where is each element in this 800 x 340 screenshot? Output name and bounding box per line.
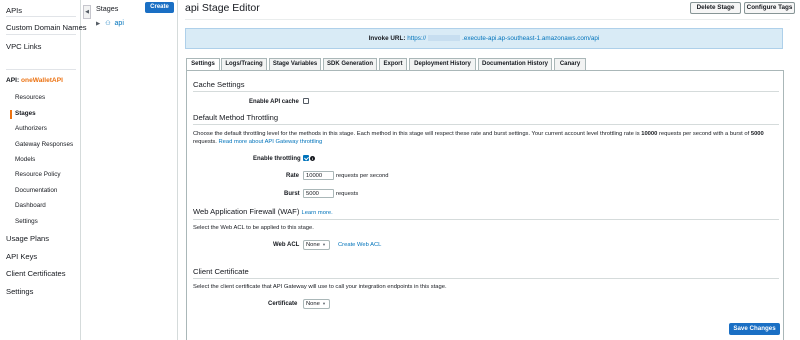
rate-label: Rate — [286, 173, 300, 179]
certificate-value: None — [306, 301, 320, 307]
throttling-desc-text: Choose the default throttling level for … — [193, 131, 640, 137]
nav-item-models[interactable]: Models — [15, 156, 35, 163]
stage-tree-item[interactable]: ▶ ⚇ api — [96, 20, 124, 27]
nav-custom-domain-names[interactable]: Custom Domain Names — [6, 23, 87, 32]
nav-item-stages[interactable]: Stages — [15, 110, 36, 117]
section-divider — [193, 124, 779, 125]
nav-item-gateway-responses[interactable]: Gateway Responses — [15, 141, 73, 148]
section-divider — [193, 278, 779, 279]
enable-cache-label: Enable API cache — [249, 99, 299, 105]
invoke-url-prefix: https:// — [407, 35, 427, 42]
throttling-desc-text: requests per second with a burst of — [658, 131, 750, 137]
stages-title: Stages — [96, 4, 119, 13]
nav-settings[interactable]: Settings — [6, 287, 33, 296]
nav-api-keys[interactable]: API Keys — [6, 252, 37, 261]
nav-item-authorizers[interactable]: Authorizers — [15, 125, 47, 132]
certificate-select[interactable]: None ▾ — [303, 299, 330, 309]
invoke-url-suffix: .execute-api.ap-southeast-1.amazonaws.co… — [462, 35, 600, 42]
page-title: api Stage Editor — [185, 2, 260, 14]
nav-api-name: oneWalletAPI — [21, 77, 63, 84]
active-item-marker — [10, 110, 12, 119]
tab-deployment-history[interactable]: Deployment History — [409, 58, 476, 70]
client-certificate-heading: Client Certificate — [193, 267, 249, 276]
info-icon[interactable]: i — [310, 156, 315, 161]
nav-divider — [6, 34, 76, 35]
nav-item-dashboard[interactable]: Dashboard — [15, 202, 46, 209]
nav-client-certificates[interactable]: Client Certificates — [6, 269, 66, 278]
nav-item-documentation[interactable]: Documentation — [15, 187, 57, 194]
tab-stage-variables[interactable]: Stage Variables — [269, 58, 321, 70]
redacted-id — [428, 35, 461, 42]
stage-node-icon: ⚇ — [105, 21, 111, 27]
section-divider — [193, 219, 779, 220]
throttling-description-line2: requests. Read more about API Gateway th… — [193, 139, 322, 145]
throttling-description: Choose the default throttling level for … — [193, 131, 764, 137]
stages-panel: Stages Create ▶ ⚇ api — [92, 0, 178, 340]
enable-throttling-checkbox[interactable] — [303, 155, 309, 161]
tab-documentation-history[interactable]: Documentation History — [478, 58, 552, 70]
account-burst-value: 5000 — [750, 131, 764, 137]
tab-sdk-generation[interactable]: SDK Generation — [323, 58, 377, 70]
waf-heading: Web Application Firewall (WAF) Learn mor… — [193, 207, 333, 216]
chevron-left-icon: ◀ — [85, 9, 89, 15]
throttling-heading: Default Method Throttling — [193, 113, 279, 122]
waf-description: Select the Web ACL to be applied to this… — [193, 225, 314, 231]
invoke-url-label: Invoke URL: — [368, 35, 406, 42]
collapse-nav-button[interactable]: ◀ — [83, 5, 91, 19]
invoke-url-link[interactable]: https:// .execute-api.ap-southeast-1.amaz… — [407, 35, 599, 42]
rate-input[interactable] — [303, 171, 334, 180]
nav-vpc-links[interactable]: VPC Links — [6, 42, 41, 51]
settings-panel — [186, 70, 784, 340]
create-stage-button[interactable]: Create — [145, 2, 174, 13]
nav-divider — [6, 69, 76, 70]
configure-tags-button[interactable]: Configure Tags — [744, 2, 795, 14]
invoke-url-banner: Invoke URL: https:// .execute-api.ap-sout… — [185, 28, 783, 49]
nav-item-resources[interactable]: Resources — [15, 94, 45, 101]
caret-right-icon[interactable]: ▶ — [96, 21, 100, 27]
enable-cache-checkbox[interactable] — [303, 98, 309, 104]
chevron-down-icon: ▾ — [322, 301, 326, 306]
burst-label: Burst — [284, 191, 300, 197]
chevron-down-icon: ▾ — [322, 242, 326, 247]
burst-suffix: requests — [336, 191, 359, 197]
section-divider — [193, 91, 779, 92]
header-divider — [185, 19, 790, 20]
waf-heading-text: Web Application Firewall (WAF) — [193, 207, 300, 216]
left-navigation: APIs Custom Domain Names VPC Links API: … — [0, 0, 87, 340]
nav-divider — [6, 16, 76, 17]
client-certificate-description: Select the client certificate that API G… — [193, 284, 447, 290]
read-more-throttling-link[interactable]: Read more about API Gateway throttling — [218, 139, 322, 145]
enable-throttling-label: Enable throttling — [253, 156, 301, 162]
nav-apis[interactable]: APIs — [6, 6, 22, 15]
web-acl-value: None — [306, 242, 320, 248]
save-changes-button[interactable]: Save Changes — [729, 323, 780, 335]
waf-learn-more-link[interactable]: Learn more. — [301, 210, 332, 216]
tab-canary[interactable]: Canary — [554, 58, 586, 70]
nav-api-prefix: API: — [6, 77, 20, 84]
stage-name[interactable]: api — [115, 20, 124, 27]
account-rate-value: 10000 — [641, 131, 658, 137]
create-web-acl-link[interactable]: Create Web ACL — [338, 242, 381, 248]
nav-usage-plans[interactable]: Usage Plans — [6, 234, 49, 243]
certificate-label: Certificate — [268, 301, 298, 307]
web-acl-label: Web ACL — [273, 242, 300, 248]
web-acl-select[interactable]: None ▾ — [303, 240, 330, 250]
cache-settings-heading: Cache Settings — [193, 80, 245, 89]
nav-api-label[interactable]: API: oneWalletAPI — [6, 77, 63, 84]
delete-stage-button[interactable]: Delete Stage — [690, 2, 741, 14]
throttling-desc-text: requests. — [193, 139, 217, 145]
tab-export[interactable]: Export — [379, 58, 407, 70]
burst-input[interactable] — [303, 189, 334, 198]
nav-item-resource-policy[interactable]: Resource Policy — [15, 171, 61, 178]
tab-logs-tracing[interactable]: Logs/Tracing — [221, 58, 267, 70]
rate-suffix: requests per second — [336, 173, 389, 179]
nav-item-settings[interactable]: Settings — [15, 218, 38, 225]
